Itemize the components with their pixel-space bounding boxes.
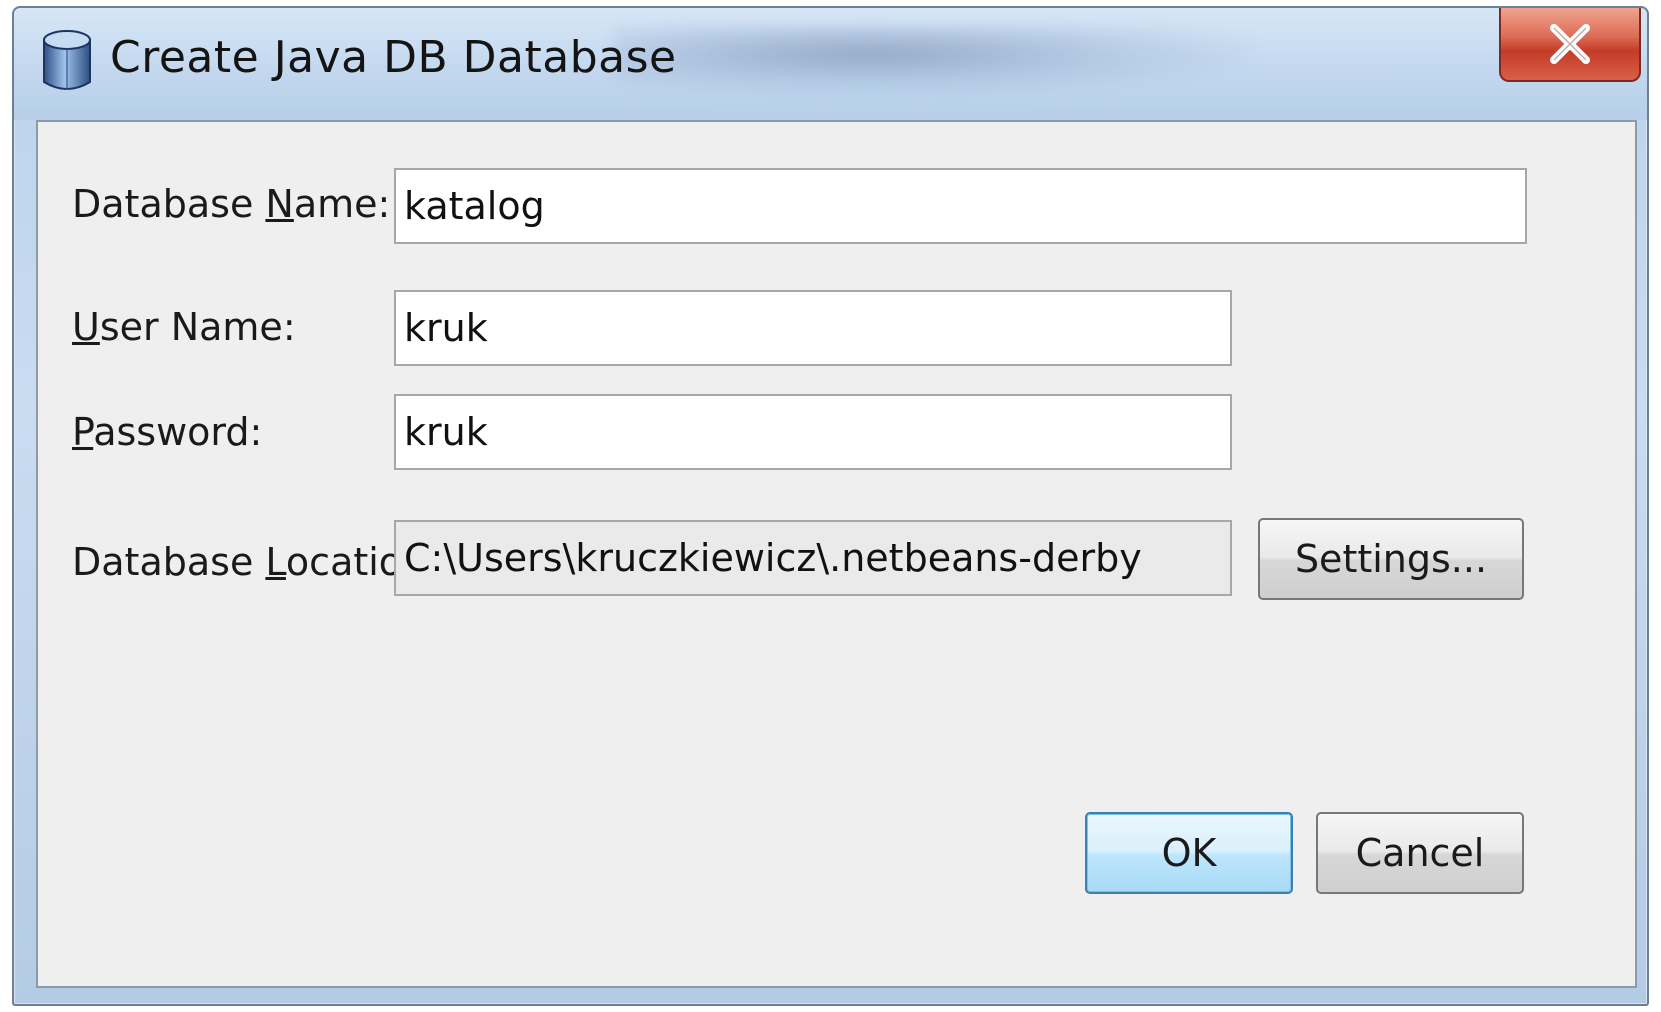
cancel-button[interactable]: Cancel — [1316, 812, 1524, 894]
user-name-label: User Name: — [72, 305, 296, 349]
database-name-input[interactable]: katalog — [394, 168, 1527, 244]
background-blur — [614, 26, 1254, 96]
close-button[interactable] — [1499, 8, 1641, 82]
user-name-input[interactable]: kruk — [394, 290, 1232, 366]
dialog-title: Create Java DB Database — [110, 32, 677, 83]
settings-button[interactable]: Settings... — [1258, 518, 1524, 600]
database-location-label: Database Location: — [72, 540, 439, 584]
title-bar[interactable]: Create Java DB Database — [14, 8, 1647, 120]
close-x-icon — [1548, 24, 1592, 64]
password-input[interactable]: kruk — [394, 394, 1232, 470]
password-label: Password: — [72, 410, 263, 454]
database-name-label: Database Name: — [72, 182, 391, 226]
create-database-dialog: Create Java DB Database Database Name: k… — [12, 6, 1649, 1006]
database-location-field: C:\Users\kruczkiewicz\.netbeans-derby — [394, 520, 1232, 596]
ok-button[interactable]: OK — [1085, 812, 1293, 894]
database-cylinder-icon — [40, 28, 94, 96]
dialog-content: Database Name: katalog User Name: kruk P… — [36, 120, 1637, 988]
